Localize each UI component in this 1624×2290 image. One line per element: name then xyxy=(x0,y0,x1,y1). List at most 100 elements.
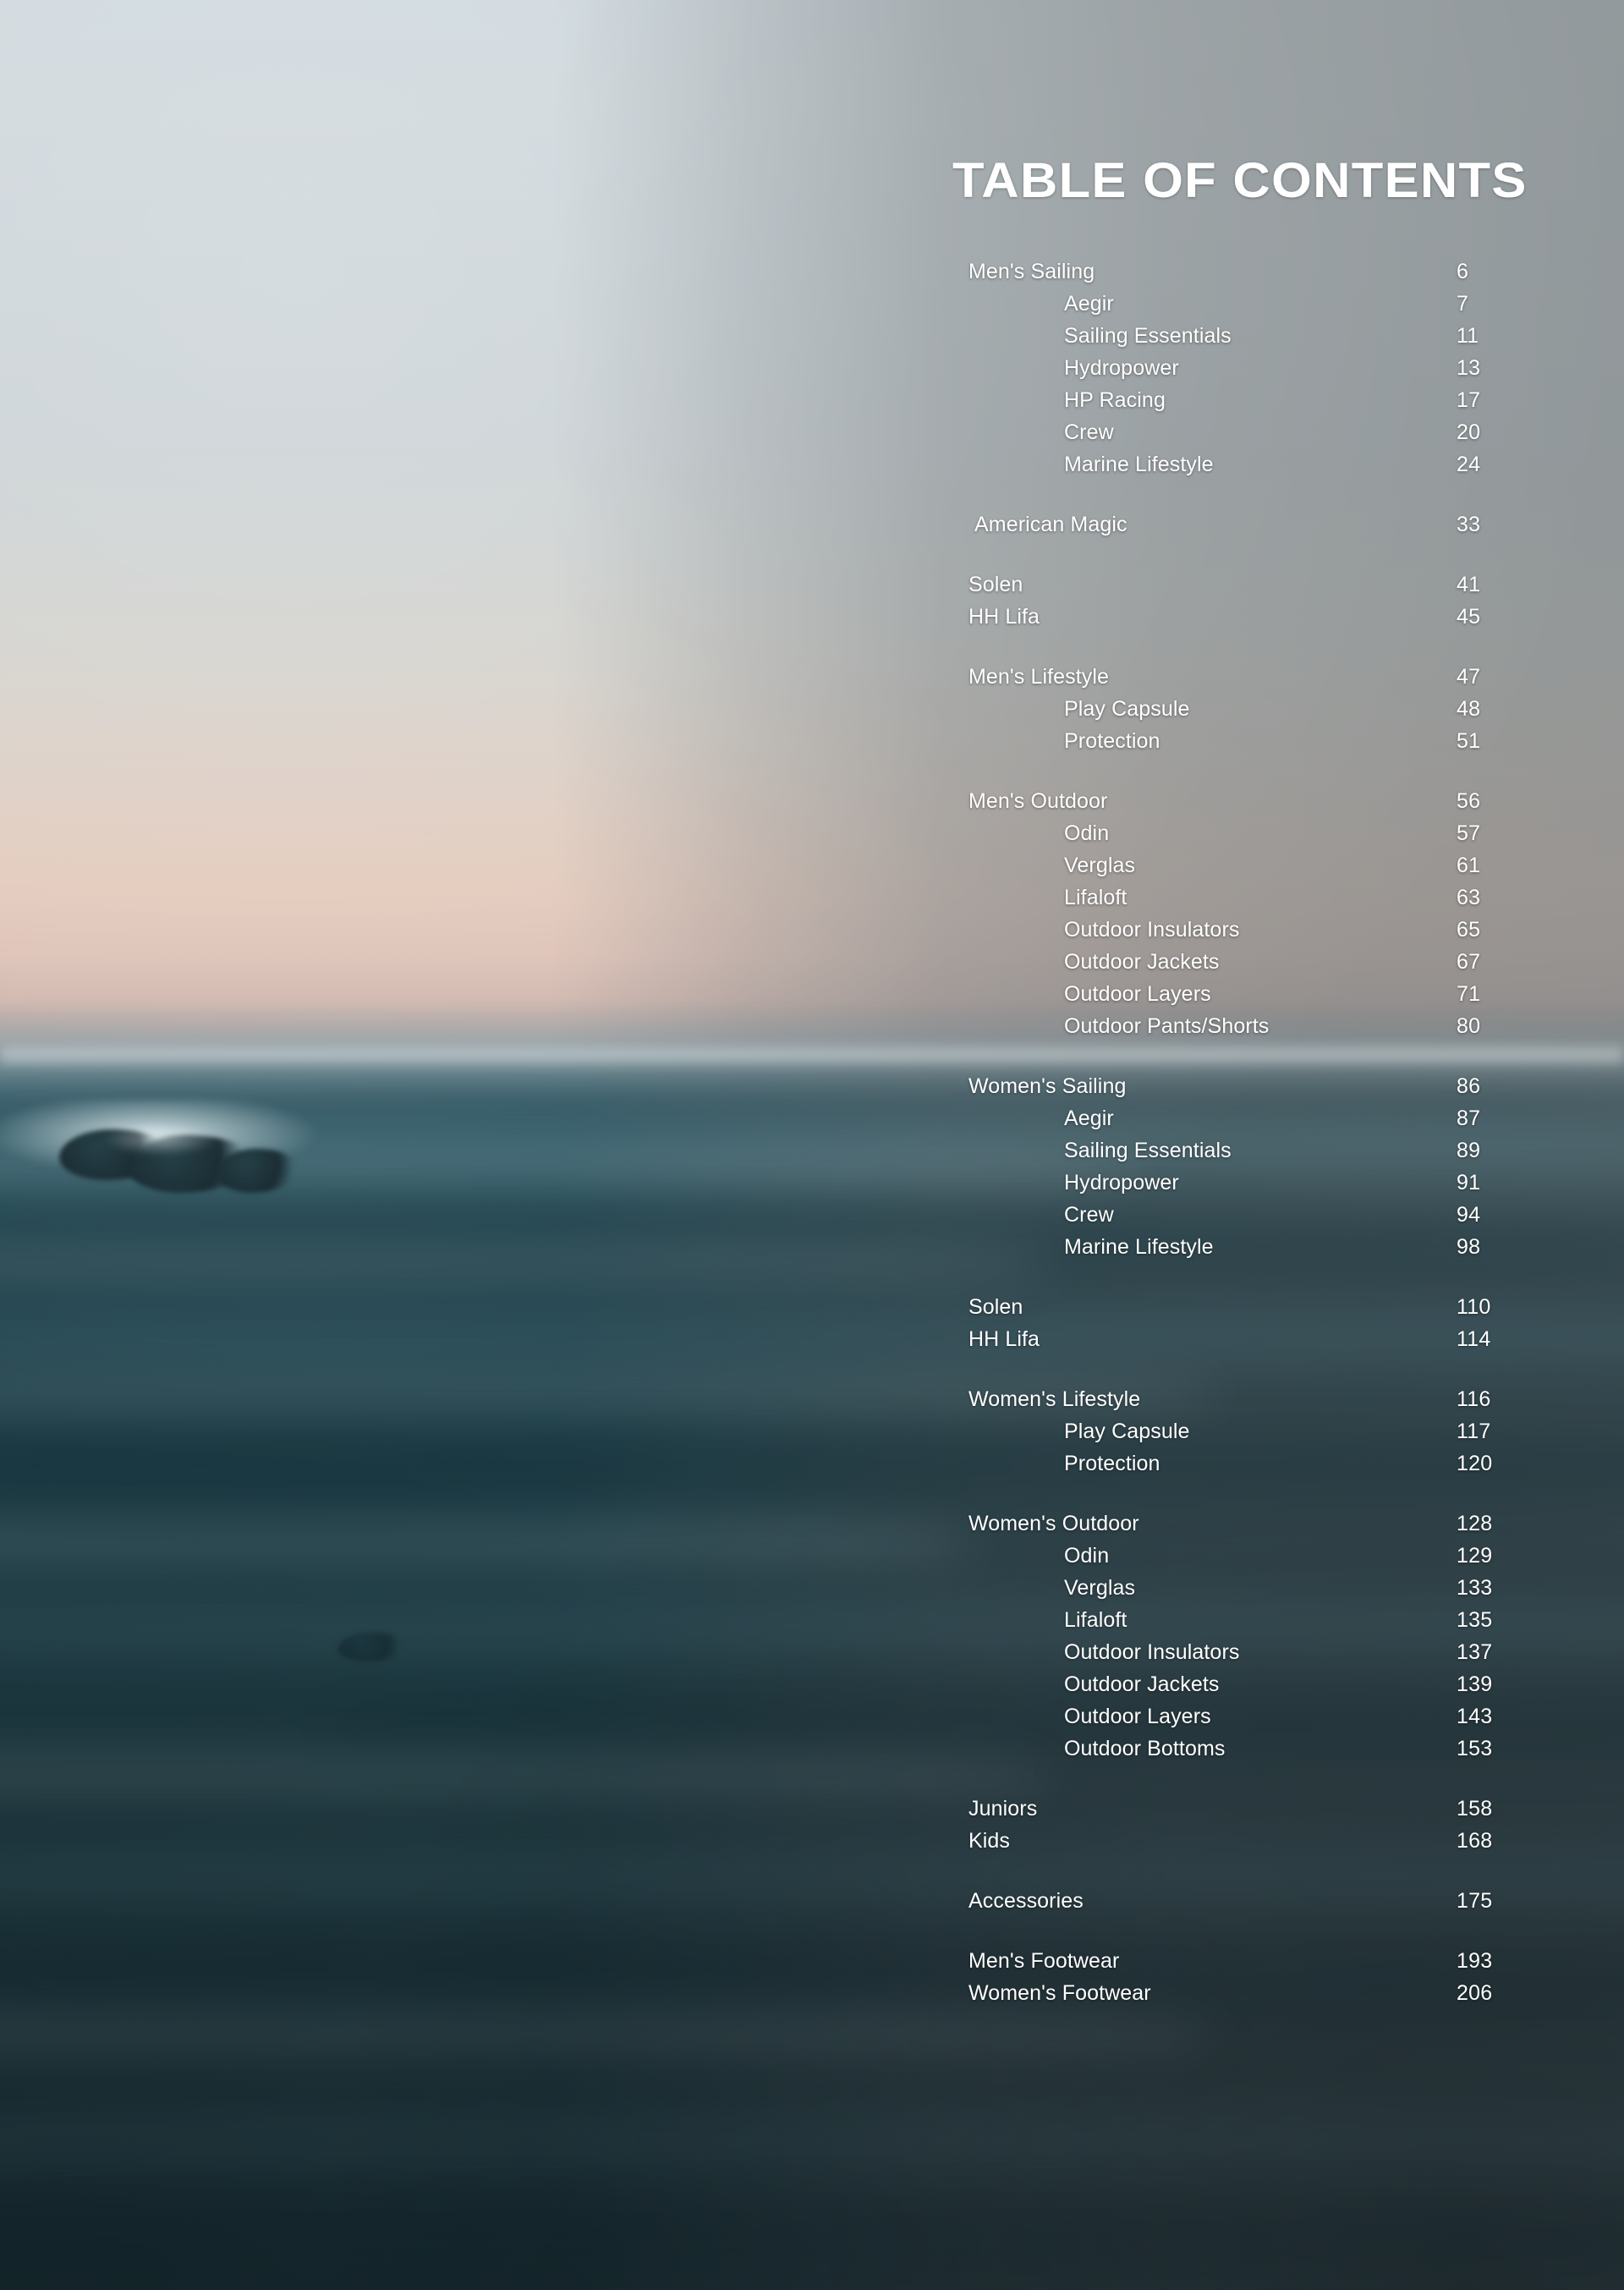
toc-entry[interactable]: Men's Lifestyle 47 xyxy=(0,664,1624,696)
toc-entry[interactable]: HH Lifa 114 xyxy=(0,1326,1624,1359)
toc-entry[interactable]: Crew 20 xyxy=(0,420,1624,452)
toc-entry-page-number: 87 xyxy=(1457,1107,1481,1130)
toc-entry-label: Aegir xyxy=(1064,1107,1114,1130)
toc-entry[interactable]: Women's Outdoor 128 xyxy=(0,1511,1624,1543)
toc-entry[interactable]: Outdoor Jackets 139 xyxy=(0,1672,1624,1704)
toc-entry[interactable]: Marine Lifestyle 24 xyxy=(0,452,1624,484)
toc-entry-page-number: 153 xyxy=(1457,1737,1493,1760)
toc-entry-label: Men's Lifestyle xyxy=(968,665,1110,689)
toc-entry[interactable]: Play Capsule 117 xyxy=(0,1419,1624,1451)
toc-entry-page-number: 61 xyxy=(1457,854,1481,877)
toc-entry-label: HP Racing xyxy=(1064,388,1166,412)
toc-entry-page-number: 67 xyxy=(1457,950,1481,974)
toc-entry-label: Women's Sailing xyxy=(968,1074,1127,1098)
toc-entry[interactable]: Solen 110 xyxy=(0,1294,1624,1326)
toc-entry[interactable]: Sailing Essentials 11 xyxy=(0,323,1624,355)
toc-entry[interactable]: Lifaloft 63 xyxy=(0,885,1624,917)
toc-group-american-magic: American Magic 33 xyxy=(0,512,1624,544)
toc-entry-label: Hydropower xyxy=(1064,356,1179,380)
toc-entry-page-number: 63 xyxy=(1457,886,1481,909)
toc-entry-label: Solen xyxy=(968,1295,1023,1319)
toc-entry[interactable]: Women's Sailing 86 xyxy=(0,1074,1624,1106)
toc-entry[interactable]: Crew 94 xyxy=(0,1202,1624,1234)
toc-entry-page-number: 120 xyxy=(1457,1452,1493,1475)
toc-entry[interactable]: Protection 51 xyxy=(0,728,1624,761)
toc-entry[interactable]: Sailing Essentials 89 xyxy=(0,1138,1624,1170)
toc-entry[interactable]: Odin 129 xyxy=(0,1543,1624,1575)
toc-entry[interactable]: Juniors 158 xyxy=(0,1796,1624,1828)
toc-entry[interactable]: Hydropower 91 xyxy=(0,1170,1624,1202)
toc-entry[interactable]: Outdoor Insulators 137 xyxy=(0,1639,1624,1672)
toc-entry-label: Outdoor Layers xyxy=(1064,982,1211,1006)
toc-entry[interactable]: Aegir 7 xyxy=(0,291,1624,323)
toc-entry-page-number: 168 xyxy=(1457,1829,1493,1853)
toc-entry-page-number: 86 xyxy=(1457,1074,1481,1098)
toc-group-mens-lifestyle: Men's Lifestyle 47 Play Capsule 48 Protectio… xyxy=(0,664,1624,761)
toc-entry[interactable]: Women's Lifestyle 116 xyxy=(0,1387,1624,1419)
toc-entry-label: Verglas xyxy=(1064,1576,1136,1600)
toc-entry[interactable]: American Magic 33 xyxy=(0,512,1624,544)
toc-entry-page-number: 128 xyxy=(1457,1512,1493,1535)
toc-entry[interactable]: Outdoor Layers 143 xyxy=(0,1704,1624,1736)
toc-entry[interactable]: HH Lifa 45 xyxy=(0,604,1624,636)
toc-entry[interactable]: Play Capsule 48 xyxy=(0,696,1624,728)
toc-entry-page-number: 11 xyxy=(1457,324,1479,348)
toc-entry-page-number: 117 xyxy=(1457,1420,1491,1443)
toc-entry-label: Crew xyxy=(1064,420,1114,444)
toc-entry[interactable]: Outdoor Pants/Shorts 80 xyxy=(0,1013,1624,1046)
toc-entry[interactable]: HP Racing 17 xyxy=(0,387,1624,420)
toc-group-accessories: Accessories 175 xyxy=(0,1888,1624,1920)
toc-entry-label: Lifaloft xyxy=(1064,886,1127,909)
toc-entry[interactable]: Outdoor Bottoms 153 xyxy=(0,1736,1624,1768)
toc-entry-page-number: 89 xyxy=(1457,1139,1481,1162)
toc-entry-label: Outdoor Jackets xyxy=(1064,1672,1220,1696)
toc-entry[interactable]: Verglas 61 xyxy=(0,853,1624,885)
page-title: TABLE OF CONTENTS xyxy=(952,153,1528,208)
toc-entry-page-number: 41 xyxy=(1457,573,1481,596)
toc-entry-page-number: 47 xyxy=(1457,665,1481,689)
toc-entry[interactable]: Protection 120 xyxy=(0,1451,1624,1483)
toc-entry-page-number: 33 xyxy=(1457,513,1481,536)
toc-entry-page-number: 98 xyxy=(1457,1235,1481,1259)
toc-entry-label: Odin xyxy=(1064,821,1110,845)
toc-entry[interactable]: Outdoor Jackets 67 xyxy=(0,949,1624,981)
toc-entry-label: Kids xyxy=(968,1829,1011,1853)
toc-entry-page-number: 139 xyxy=(1457,1672,1493,1696)
toc-entry-page-number: 94 xyxy=(1457,1203,1481,1227)
toc-entry[interactable]: Marine Lifestyle 98 xyxy=(0,1234,1624,1266)
toc-entry-label: Marine Lifestyle xyxy=(1064,1235,1214,1259)
toc-entry[interactable]: Outdoor Insulators 65 xyxy=(0,917,1624,949)
toc-entry[interactable]: Outdoor Layers 71 xyxy=(0,981,1624,1013)
toc-group-solen-hhlifa-womens: Solen 110 HH Lifa 114 xyxy=(0,1294,1624,1359)
toc-group-womens-outdoor: Women's Outdoor 128 Odin 129 Verglas 133 Lifal… xyxy=(0,1511,1624,1768)
toc-entry-page-number: 13 xyxy=(1457,356,1481,380)
toc-entry-label: Outdoor Bottoms xyxy=(1064,1737,1226,1760)
toc-entry[interactable]: Women's Footwear 206 xyxy=(0,1980,1624,2013)
toc-entry-label: Odin xyxy=(1064,1544,1110,1568)
toc-entry-page-number: 45 xyxy=(1457,605,1481,629)
toc-entry-label: Play Capsule xyxy=(1064,697,1190,721)
toc-entry-label: Protection xyxy=(1064,729,1160,753)
toc-entry-label: Accessories xyxy=(968,1889,1084,1913)
toc-entry-page-number: 135 xyxy=(1457,1608,1493,1632)
toc-entry-page-number: 57 xyxy=(1457,821,1481,845)
toc-entry[interactable]: Aegir 87 xyxy=(0,1106,1624,1138)
toc-entry[interactable]: Men's Outdoor 56 xyxy=(0,788,1624,821)
toc-entry[interactable]: Hydropower 13 xyxy=(0,355,1624,387)
toc-entry-label: Juniors xyxy=(968,1797,1038,1820)
toc-entry[interactable]: Lifaloft 135 xyxy=(0,1607,1624,1639)
toc-entry[interactable]: Men's Footwear 193 xyxy=(0,1948,1624,1980)
toc-entry-page-number: 91 xyxy=(1457,1171,1481,1194)
toc-entry[interactable]: Verglas 133 xyxy=(0,1575,1624,1607)
toc-entry[interactable]: Solen 41 xyxy=(0,572,1624,604)
toc-entry[interactable]: Odin 57 xyxy=(0,821,1624,853)
toc-entry-page-number: 193 xyxy=(1457,1949,1493,1973)
toc-entry[interactable]: Men's Sailing 6 xyxy=(0,259,1624,291)
table-of-contents: TABLE OF CONTENTS Men's Sailing 6 Aegir 7 Sa… xyxy=(0,0,1624,2290)
toc-entry-page-number: 137 xyxy=(1457,1640,1493,1664)
toc-entry[interactable]: Kids 168 xyxy=(0,1828,1624,1860)
toc-group-mens-sailing: Men's Sailing 6 Aegir 7 Sailing Essentials 11… xyxy=(0,259,1624,484)
toc-entry[interactable]: Accessories 175 xyxy=(0,1888,1624,1920)
toc-entry-page-number: 7 xyxy=(1457,292,1469,316)
toc-entry-page-number: 129 xyxy=(1457,1544,1493,1568)
